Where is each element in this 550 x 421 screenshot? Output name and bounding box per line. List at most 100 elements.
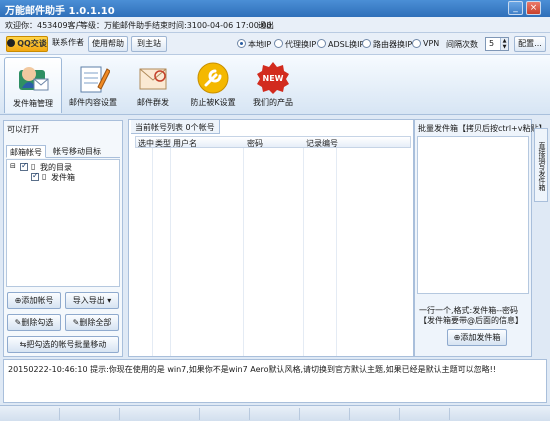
mailbox-manage-icon [19,67,49,91]
tree-child-checkbox[interactable] [31,171,39,181]
new-badge-icon: NEW [257,62,289,94]
grid-column-divider [303,148,304,356]
window-title: 万能邮件助手 1.0.1.10 [5,6,115,17]
grid-column-divider [336,148,337,356]
nav-mailbox-manage[interactable]: 发件箱管理 [4,57,62,113]
wrench-gold-icon [197,62,229,94]
radio-proxy-ip-label: 代理换IP [285,40,317,49]
main-nav: 发件箱管理 邮件内容设置 邮件群发 防止被K设置 NEW 我们的产品 [0,55,550,115]
left-tabs: 邮箱帐号 帐号移动目标 [6,145,120,158]
import-export-button[interactable]: 导入导出 ▾ [65,292,119,309]
add-outbox-label: 添加发件箱 [460,333,501,342]
status-cell [0,408,60,420]
radio-adsl-ip[interactable] [317,39,326,48]
nav-label: 邮件内容设置 [69,98,117,107]
status-cell [350,408,400,420]
tab-move-target[interactable]: 帐号移动目标 [50,145,104,158]
add-account-button[interactable]: ⊕添加帐号 [7,292,61,309]
radio-router-ip[interactable] [362,39,371,48]
log-box: 20150222-10:46:10 提示:你现在使用的是 win7,如果你不是w… [3,359,547,403]
status-bar [0,405,550,421]
grid-header: 选中 类型 用户名 密码 记录编号 [135,136,411,148]
batch-outbox-panel: 批量发件箱【拷贝后按ctrl+v粘贴】 一行一个,格式:发件箱--密码【发件箱要… [414,119,546,357]
status-cell [200,408,250,420]
directory-tree: ⊟ ▯ 我的目录 ▯ 发件箱 [6,159,120,287]
status-cell [400,408,450,420]
notepad-pencil-icon [80,66,110,93]
logout-link[interactable]: 退出 [258,20,274,31]
import-export-label: 导入导出 [72,296,105,305]
interval-stepper[interactable]: 5 ▲ ▼ [485,37,509,51]
add-outbox-button[interactable]: ⊕添加发件箱 [447,329,507,346]
tree-expander-icon[interactable]: ⊟ [10,162,16,170]
status-cell [250,408,300,420]
add-account-label: 添加帐号 [21,296,54,305]
folder-icon: ▯ [42,172,47,181]
column-header-password[interactable]: 密码 [247,138,263,149]
status-cell [300,408,350,420]
qq-penguin-icon [7,39,16,47]
radio-vpn-label: VPN [423,39,440,48]
batch-move-label: 把勾选的帐号批量移动 [26,340,107,349]
chevron-down-icon: ▾ [107,296,112,305]
nav-mail-content[interactable]: 邮件内容设置 [64,57,122,113]
user-info-bar: 欢迎你：453409客户 等级：万能邮件助手 结束时间:3100-04-06 1… [0,17,550,33]
qq-chat-button[interactable]: QQ交谈 [6,36,48,52]
interval-value: 5 [489,39,495,48]
interval-label: 间隔次数 [446,40,478,49]
delete-checked-button[interactable]: ✎删除勾选 [7,314,61,331]
batch-outbox-title: 批量发件箱【拷贝后按ctrl+v粘贴】 [418,124,547,133]
radio-proxy-ip[interactable] [274,39,283,48]
tree-root-checkbox[interactable] [20,161,28,171]
grid-column-divider [243,148,244,356]
minimize-button[interactable]: _ [508,1,523,15]
batch-outbox-textarea[interactable] [417,136,529,294]
delete-all-label: 删除全部 [79,318,112,327]
qq-chat-label: QQ交谈 [17,39,47,48]
delete-all-button[interactable]: ✎删除全部 [65,314,119,331]
nav-label: 发件箱管理 [13,99,53,108]
top-toolbar: QQ交谈 联系作者 使用帮助 到主站 本地IP 代理换IP ADSL换IP 路由… [0,33,550,55]
close-button[interactable]: × [526,1,541,15]
left-panel-title: 可以打开 [7,125,39,134]
stamp-envelope-icon [139,68,167,90]
log-message: 20150222-10:46:10 提示:你现在使用的是 win7,如果你不是w… [8,365,497,374]
left-panel: 可以打开 邮箱帐号 帐号移动目标 ⊟ ▯ 我的目录 ▯ 发件箱 ⊕添加帐号 导入… [3,120,123,357]
title-bar: 万能邮件助手 1.0.1.10 _ × [0,0,550,17]
radio-router-ip-label: 路由器换IP [373,40,413,49]
column-header-record-id[interactable]: 记录编号 [306,138,338,149]
radio-local-ip-label: 本地IP [248,40,272,49]
status-cell [60,408,120,420]
nav-label: 防止被K设置 [190,98,236,107]
main-site-button[interactable]: 到主站 [131,36,167,52]
folder-icon: ▯ [31,162,36,171]
delete-checked-label: 删除勾选 [21,318,54,327]
batch-move-button[interactable]: ⇆把勾选的帐号批量移动 [7,336,119,353]
column-header-type[interactable]: 类型 [155,138,171,149]
tab-account-list[interactable]: 当前帐号列表 0个帐号 [131,120,220,134]
format-hint: 一行一个,格式:发件箱--密码【发件箱要带@后面的信息】 [419,306,523,325]
nav-label: 邮件群发 [137,98,169,107]
status-cell [120,408,200,420]
radio-vpn[interactable] [412,39,421,48]
grid-column-divider [170,148,171,356]
new-badge-text: NEW [263,74,284,83]
contact-author-button[interactable]: 联系作者 [50,36,86,52]
nav-our-products[interactable]: NEW 我们的产品 [244,57,302,113]
stepper-arrows-icon[interactable]: ▲ ▼ [500,38,508,50]
nav-mass-send[interactable]: 邮件群发 [124,57,182,113]
column-header-username[interactable]: 用户名 [173,138,197,149]
tree-child-label[interactable]: 发件箱 [51,172,75,183]
radio-local-ip[interactable] [237,39,246,48]
grid-column-divider [152,148,153,356]
nav-anti-block[interactable]: 防止被K设置 [184,57,242,113]
end-time-text: 结束时间:3100-04-06 17:00:00 [152,21,272,30]
radio-adsl-ip-label: ADSL换IP [328,40,365,49]
config-button[interactable]: 配置... [514,36,546,52]
account-list-panel: 当前帐号列表 0个帐号 选中 类型 用户名 密码 记录编号 [128,119,414,357]
level-text: 等级：万能邮件助手 [80,21,152,30]
tab-mail-accounts[interactable]: 邮箱帐号 [6,145,46,158]
welcome-text: 欢迎你：453409客户 [5,21,84,30]
help-button[interactable]: 使用帮助 [88,36,128,52]
tab-direct-fill-outbox[interactable]: 直接填写发件箱 [534,128,548,202]
